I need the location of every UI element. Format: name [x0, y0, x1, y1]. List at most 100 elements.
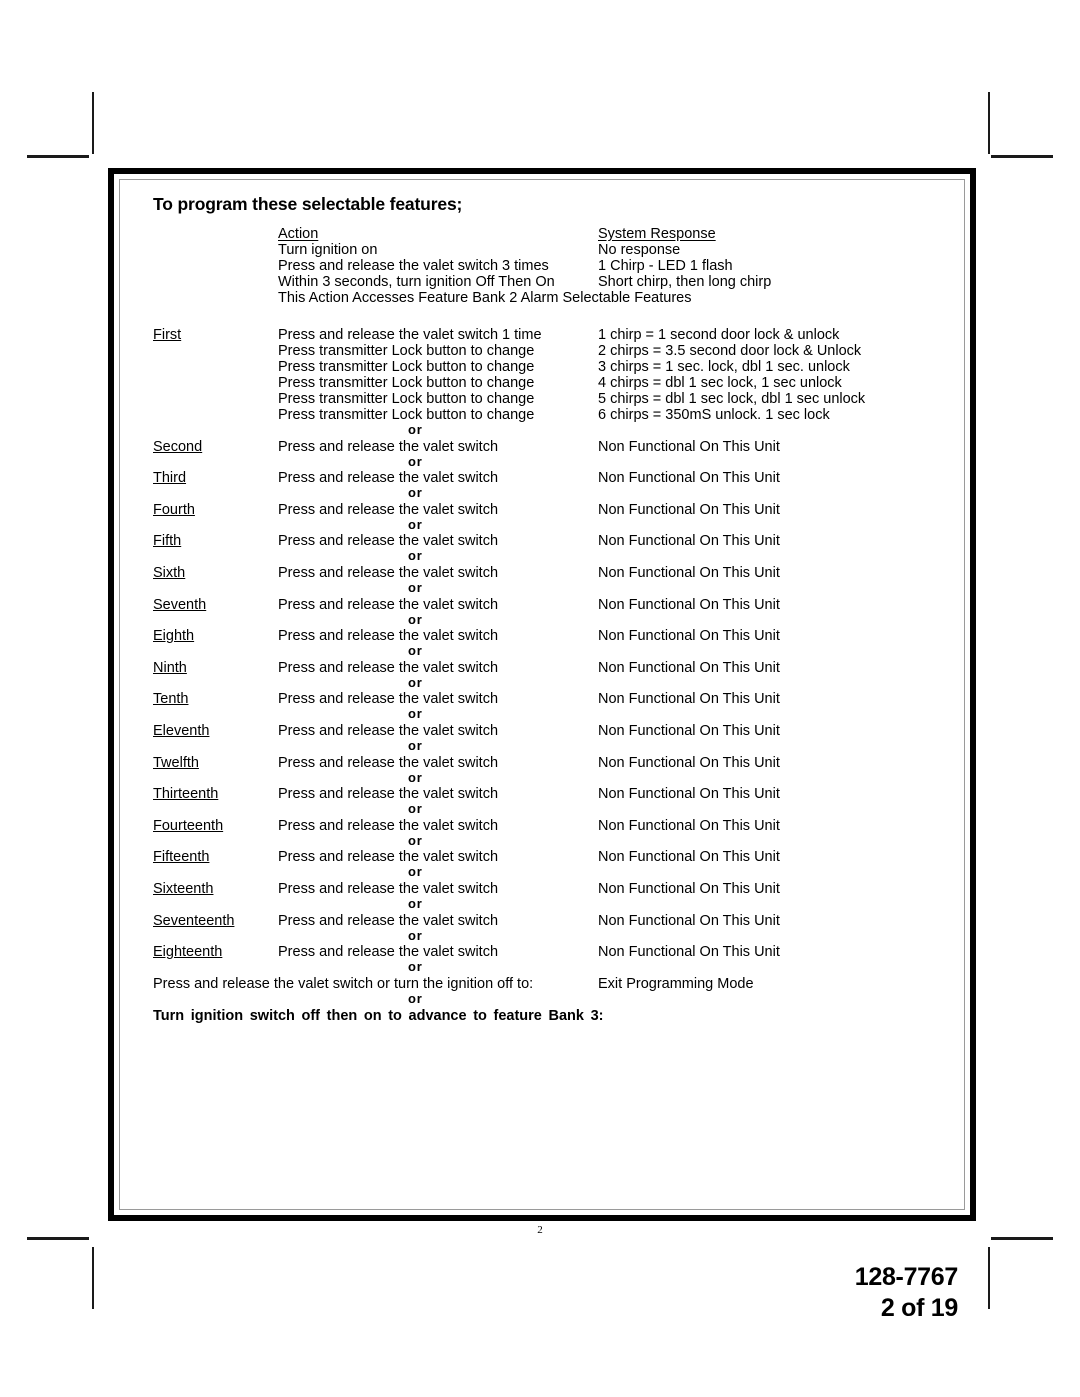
crop-mark-bottom-left-vertical	[92, 1247, 94, 1309]
page-content: To program these selectable features; Ac…	[120, 180, 964, 1209]
table-row: Fifth Press and release the valet switch N…	[120, 533, 964, 549]
or-separator-label: or	[408, 990, 423, 1006]
action-eleventh: Press and release the valet switch	[278, 723, 499, 739]
first-response-5: 6 chirps = 350mS unlock. 1 sec lock	[598, 407, 830, 423]
response-seventeenth: Non Functional On This Unit	[598, 912, 780, 929]
or-separator-label: or	[408, 769, 423, 785]
entry-action-2: Within 3 seconds, turn ignition Off Then…	[278, 274, 555, 290]
or-separator-label: or	[408, 548, 423, 564]
or-separator: or	[120, 422, 964, 437]
ordinal-sixteenth: Sixteenth	[153, 881, 214, 897]
response-fourth: Non Functional On This Unit	[598, 501, 780, 518]
or-separator: or	[120, 864, 964, 880]
action-seventh: Press and release the valet switch	[278, 596, 499, 613]
first-action-2: Press transmitter Lock button to change	[278, 359, 535, 375]
response-eighth: Non Functional On This Unit	[598, 628, 780, 645]
or-separator: or	[120, 548, 964, 564]
column-header-action: Action	[278, 226, 319, 242]
first-response-2: 3 chirps = 1 sec. lock, dbl 1 sec. unloc…	[598, 359, 850, 375]
feature-bank-access-note: This Action Accesses Feature Bank 2 Alar…	[278, 290, 692, 306]
table-row: Ninth Press and release the valet switch N…	[120, 660, 964, 676]
or-separator-label: or	[408, 864, 423, 880]
or-separator: or	[120, 959, 964, 975]
exit-response: Exit Programming Mode	[598, 975, 754, 992]
response-thirteenth: Non Functional On This Unit	[598, 786, 780, 803]
first-action-4: Press transmitter Lock button to change	[278, 391, 535, 407]
response-third: Non Functional On This Unit	[598, 470, 780, 487]
or-separator: or	[120, 453, 964, 469]
table-row: First Press and release the valet switch …	[120, 327, 964, 343]
table-row: Third Press and release the valet switch N…	[120, 470, 964, 486]
or-separator-label: or	[408, 832, 423, 848]
or-separator-label: or	[408, 516, 423, 532]
or-separator-label: or	[408, 580, 423, 595]
or-separator-label: or	[408, 801, 423, 817]
or-separator-label: or	[408, 959, 423, 975]
entry-response-2: Short chirp, then long chirp	[598, 274, 772, 290]
table-row: Twelfth Press and release the valet switc…	[120, 755, 964, 771]
ordinal-thirteenth: Thirteenth	[153, 786, 219, 803]
table-row: Fifteenth Press and release the valet swi…	[120, 849, 964, 865]
table-row: Action System Response	[120, 226, 964, 242]
ordinal-tenth: Tenth	[153, 691, 189, 708]
table-row: Sixteenth Press and release the valet swi…	[120, 881, 964, 897]
action-fourth: Press and release the valet switch	[278, 501, 499, 518]
or-separator: or	[120, 928, 964, 943]
page-border-inner-rule: To program these selectable features; Ac…	[119, 179, 965, 1210]
page-border-box: To program these selectable features; Ac…	[108, 168, 976, 1221]
response-sixteenth: Non Functional On This Unit	[598, 881, 780, 897]
response-fifth: Non Functional On This Unit	[598, 533, 780, 550]
crop-mark-top-left-vertical	[92, 92, 94, 154]
footer-block: 128-7767 2 of 19	[855, 1262, 959, 1323]
table-row: Eleventh Press and release the valet swit…	[120, 723, 964, 739]
or-separator-label: or	[408, 896, 423, 911]
or-separator: or	[120, 990, 964, 1006]
or-separator: or	[120, 896, 964, 911]
first-action-1: Press transmitter Lock button to change	[278, 343, 535, 359]
table-row: Press transmitter Lock button to change 6…	[120, 407, 964, 423]
or-separator: or	[120, 738, 964, 753]
ordinal-eleventh: Eleventh	[153, 723, 210, 739]
or-separator: or	[120, 485, 964, 500]
ordinal-twelfth: Twelfth	[153, 754, 199, 771]
page-number: 2	[537, 1224, 543, 1236]
or-separator-label: or	[408, 738, 423, 753]
entry-response-1: 1 Chirp - LED 1 flash	[598, 258, 733, 274]
response-second: Non Functional On This Unit	[598, 438, 780, 455]
column-header-system-response: System Response	[598, 226, 716, 242]
or-separator: or	[120, 706, 964, 722]
action-eighth: Press and release the valet switch	[278, 628, 499, 645]
table-row: Press transmitter Lock button to change 2…	[120, 343, 964, 359]
or-separator: or	[120, 675, 964, 690]
action-fourteenth: Press and release the valet switch	[278, 817, 499, 834]
response-fifteenth: Non Functional On This Unit	[598, 849, 780, 866]
table-row: Tenth Press and release the valet switch N…	[120, 691, 964, 707]
crop-mark-top-left-horizontal	[27, 155, 89, 158]
action-eighteenth: Press and release the valet switch	[278, 944, 499, 961]
ordinal-eighth: Eighth	[153, 628, 195, 645]
entry-action-0: Turn ignition on	[278, 242, 378, 258]
or-separator-label: or	[408, 706, 423, 722]
exit-action: Press and release the valet switch or tu…	[153, 975, 534, 992]
first-action-3: Press transmitter Lock button to change	[278, 375, 535, 391]
response-eighteenth: Non Functional On This Unit	[598, 944, 780, 961]
table-row: Second Press and release the valet switch…	[120, 439, 964, 455]
page-title: To program these selectable features;	[153, 194, 463, 214]
table-row: Eighth Press and release the valet switch…	[120, 628, 964, 644]
crop-mark-bottom-right-horizontal	[991, 1237, 1053, 1240]
table-row: Press transmitter Lock button to change 5…	[120, 391, 964, 407]
or-separator-label: or	[408, 422, 423, 437]
ordinal-sixth: Sixth	[153, 565, 186, 581]
ordinal-ninth: Ninth	[153, 659, 187, 676]
response-fourteenth: Non Functional On This Unit	[598, 817, 780, 834]
first-response-4: 5 chirps = dbl 1 sec lock, dbl 1 sec unl…	[598, 391, 866, 407]
ordinal-first: First	[153, 327, 182, 343]
crop-mark-top-right-vertical	[988, 92, 990, 154]
action-twelfth: Press and release the valet switch	[278, 754, 499, 771]
action-seventeenth: Press and release the valet switch	[278, 912, 499, 929]
or-separator: or	[120, 769, 964, 785]
or-separator: or	[120, 832, 964, 848]
or-separator: or	[120, 801, 964, 817]
entry-response-0: No response	[598, 242, 681, 258]
or-separator-label: or	[408, 453, 423, 469]
